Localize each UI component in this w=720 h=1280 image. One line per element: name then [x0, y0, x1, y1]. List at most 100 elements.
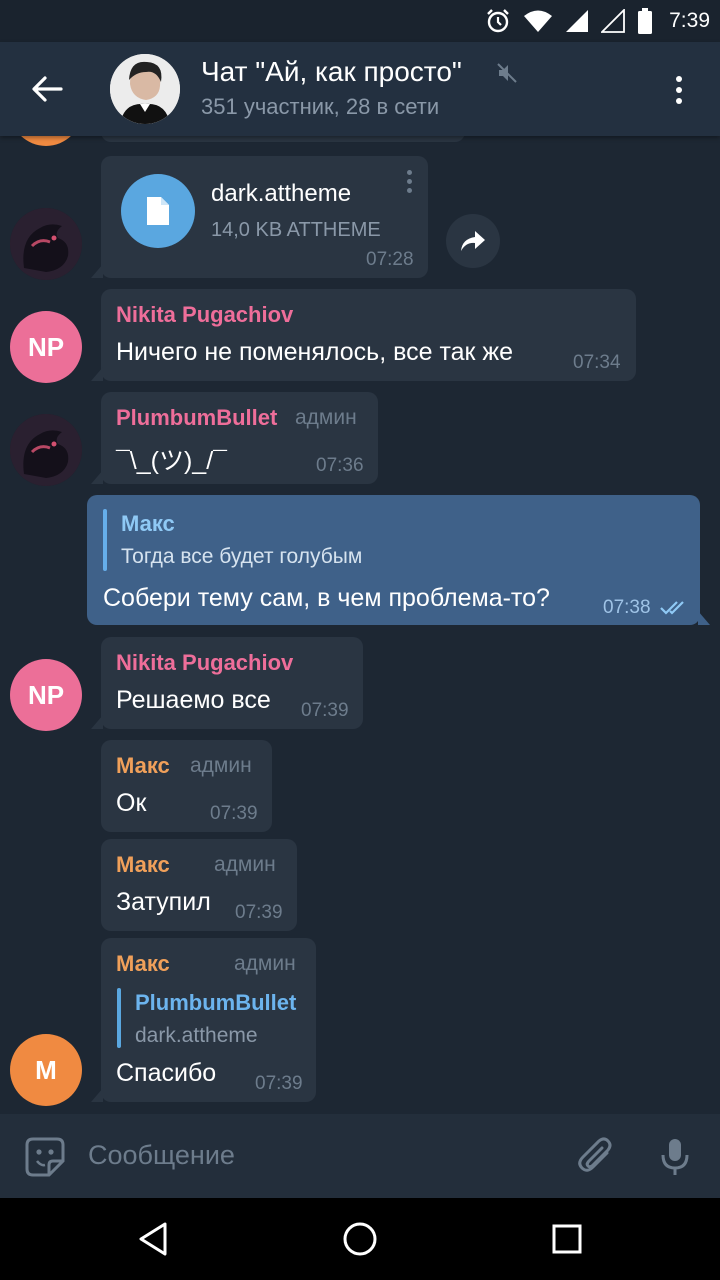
message-text: Ок [116, 789, 147, 817]
dot-icon [406, 179, 412, 184]
bubble-tail [698, 611, 710, 625]
circle-home-icon [343, 1222, 377, 1256]
sender-name[interactable]: Nikita Pugachiov [116, 650, 293, 676]
dot-icon [676, 76, 682, 82]
message-maks-1[interactable]: Макс админ Ок 07:39 [101, 740, 272, 832]
chat-header: Чат "Ай, как просто" 351 участник, 28 в … [0, 42, 720, 136]
avatar-partial [10, 136, 82, 146]
message-maks-2[interactable]: Макс админ Затупил 07:39 [101, 839, 297, 931]
message-file[interactable]: dark.attheme 14,0 KB ATTHEME 07:28 [91, 156, 428, 278]
avatar-plumbumbullet[interactable] [10, 414, 82, 486]
sender-name[interactable]: Макс [116, 852, 170, 878]
file-name: dark.attheme [211, 180, 352, 207]
message-time: 07:38 [603, 597, 651, 618]
admin-badge: админ [214, 853, 276, 876]
message-outgoing[interactable]: Макс Тогда все будет голубым Собери тему… [87, 495, 710, 625]
reply-bar [103, 509, 107, 571]
nav-recents-button[interactable] [544, 1216, 590, 1262]
dot-icon [676, 87, 682, 93]
message-maks-3[interactable]: Макс админ PlumbumBullet dark.attheme Сп… [91, 938, 316, 1102]
voice-button[interactable] [652, 1134, 698, 1180]
forward-button[interactable] [446, 214, 500, 268]
message-text: Решаемо все [116, 686, 271, 714]
message-time: 07:39 [255, 1073, 303, 1094]
share-arrow-icon [461, 231, 485, 251]
message-composer: Сообщение [0, 1114, 720, 1198]
message-time: 07:34 [573, 352, 621, 373]
nav-back-button[interactable] [130, 1216, 176, 1262]
nav-home-button[interactable] [337, 1216, 383, 1262]
attach-button[interactable] [574, 1134, 620, 1180]
message-bubble-partial [101, 136, 465, 142]
message-text: ¯\_(ツ)_/¯ [116, 447, 227, 475]
message-nikita-2[interactable]: Nikita Pugachiov Решаемо все 07:39 [91, 637, 363, 729]
dot-icon [406, 170, 412, 175]
message-input[interactable]: Сообщение [88, 1140, 235, 1171]
message-nikita-1[interactable]: Nikita Pugachiov Ничего не поменялось, в… [91, 289, 636, 381]
paperclip-icon [578, 1137, 612, 1172]
reply-quote[interactable]: dark.attheme [135, 1024, 258, 1048]
sender-name[interactable]: Макс [116, 753, 170, 779]
bubble-tail [91, 264, 103, 278]
microphone-icon [661, 1139, 689, 1175]
dot-icon [406, 188, 412, 193]
admin-badge: админ [295, 406, 357, 429]
chat-members-status: 351 участник, 28 в сети [201, 94, 440, 119]
sender-name[interactable]: Макс [116, 951, 170, 977]
avatar-maks[interactable]: M [10, 1034, 82, 1106]
signal-icon [566, 10, 589, 32]
file-icon-button[interactable] [121, 174, 195, 248]
file-info: 14,0 KB ATTHEME [211, 219, 381, 241]
file-menu-button[interactable] [404, 170, 414, 193]
more-menu-button[interactable] [664, 72, 694, 108]
triangle-back-icon [139, 1222, 167, 1256]
dot-icon [676, 98, 682, 104]
message-text: Ничего не поменялось, все так же [116, 338, 514, 366]
sender-name[interactable]: PlumbumBullet [116, 405, 277, 431]
arrow-left-icon [32, 76, 63, 102]
telegram-chat-screen: 7:39 Чат "Ай, как просто" 351 участник, … [0, 0, 720, 1280]
clock: 7:39 [669, 9, 710, 32]
group-avatar[interactable] [110, 54, 180, 124]
status-icons: 7:39 [485, 6, 710, 36]
status-bar: 7:39 [0, 0, 720, 42]
group-photo-icon [110, 54, 180, 124]
message-plumbumbullet[interactable]: PlumbumBullet админ ¯\_(ツ)_/¯ 07:36 [91, 392, 378, 484]
emoji-button[interactable] [22, 1134, 68, 1180]
alarm-icon [487, 9, 509, 33]
battery-icon [638, 8, 653, 34]
avatar-plumbumbullet[interactable] [10, 208, 82, 280]
read-checkmarks-icon [660, 601, 684, 615]
dragon-avatar-icon [10, 414, 82, 486]
message-text: Затупил [116, 888, 211, 916]
admin-badge: админ [190, 754, 252, 777]
wifi-icon [524, 10, 553, 32]
reply-bar [117, 988, 121, 1048]
message-time: 07:39 [301, 700, 349, 721]
sticker-smile-icon [25, 1137, 65, 1177]
signal-empty-icon [601, 9, 626, 33]
dragon-avatar-icon [10, 208, 82, 280]
document-icon [147, 197, 169, 225]
message-text: Спасибо [116, 1059, 217, 1087]
square-recents-icon [552, 1224, 582, 1254]
reply-author[interactable]: Макс [121, 511, 175, 537]
message-list[interactable]: dark.attheme 14,0 KB ATTHEME 07:28 NP Ni… [0, 136, 720, 1114]
muted-icon [497, 63, 517, 83]
bubble-tail [91, 470, 103, 484]
system-nav-bar [0, 1198, 720, 1280]
message-time: 07:39 [210, 803, 258, 824]
reply-quote[interactable]: Тогда все будет голубым [121, 545, 362, 569]
bubble-tail [91, 715, 103, 729]
message-time: 07:36 [316, 455, 364, 476]
bubble-tail [91, 1088, 103, 1102]
chat-title[interactable]: Чат "Ай, как просто" [201, 56, 462, 88]
sender-name[interactable]: Nikita Pugachiov [116, 302, 293, 328]
message-time: 07:39 [235, 902, 283, 923]
back-button[interactable] [22, 67, 72, 111]
message-time: 07:28 [366, 249, 414, 270]
avatar-nikita[interactable]: NP [10, 659, 82, 731]
avatar-nikita[interactable]: NP [10, 311, 82, 383]
admin-badge: админ [234, 952, 296, 975]
reply-author[interactable]: PlumbumBullet [135, 990, 296, 1016]
